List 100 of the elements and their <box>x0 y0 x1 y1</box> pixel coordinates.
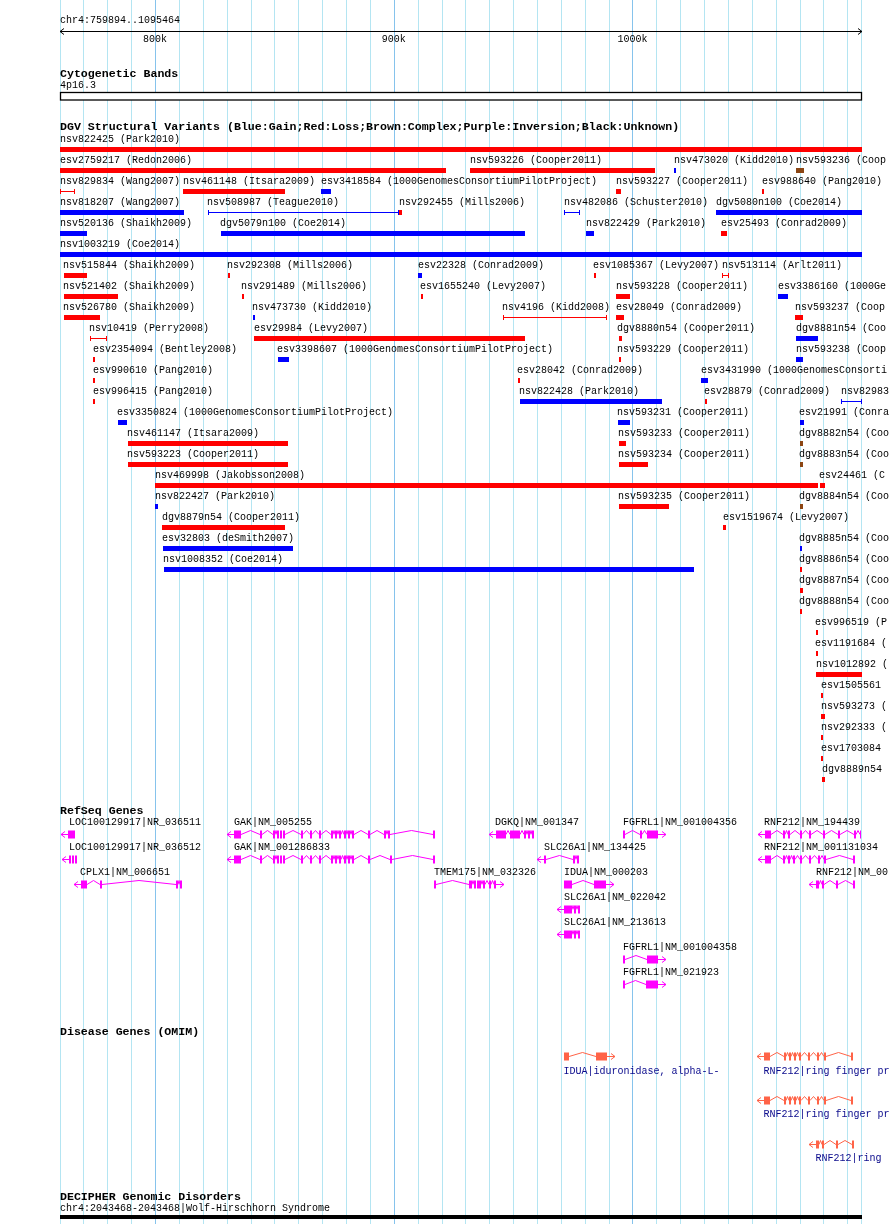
variant-label: nsv520136 (Shaikh2009) <box>60 218 193 230</box>
variant-label: dgv5079n100 (Coe2014) <box>220 218 347 230</box>
variant-label: dgv8882n54 (Coo <box>799 428 889 440</box>
variant-label: dgv8880n54 (Cooper2011) <box>617 323 756 335</box>
variant-label: esv28049 (Conrad2009) <box>616 302 743 314</box>
variant-label: esv2759217 (Redon2006) <box>60 155 193 167</box>
gene-label: LOC100129917|NR_036511 <box>69 817 202 829</box>
variant-label: esv3431990 (1000GenomesConsorti <box>701 365 888 377</box>
gene-label: FGFRL1|NM_021923 <box>623 967 719 979</box>
variant-label: nsv822425 (Park2010) <box>60 134 181 146</box>
variant-label: nsv593226 (Cooper2011) <box>470 155 603 167</box>
variant-label: esv996519 (P <box>815 617 887 629</box>
track-title: DECIPHER Genomic Disorders <box>60 1190 241 1203</box>
variant-label: esv988640 (Pang2010) <box>762 176 883 188</box>
variant-label: esv25493 (Conrad2009) <box>721 218 848 230</box>
variant-label: nsv593227 (Cooper2011) <box>616 176 749 188</box>
gene-label: TMEM175|NM_032326 <box>434 867 537 879</box>
variant-label: esv1519674 (Levy2007) <box>723 512 850 524</box>
gene-label: RNF212|NM_194439 <box>764 817 860 829</box>
variant-label: esv1085367 (Levy2007) <box>593 260 720 272</box>
variant-label: nsv822429 (Park2010) <box>586 218 707 230</box>
variant-label: nsv1003219 (Coe2014) <box>60 239 181 251</box>
variant-label: nsv292333 ( <box>821 722 887 734</box>
variant-label: nsv473730 (Kidd2010) <box>252 302 373 314</box>
gene-label: RNF212|NM_00 <box>816 867 888 879</box>
variant-label: dgv8887n54 (Coo <box>799 575 889 587</box>
gene-label: FGFRL1|NM_001004358 <box>623 942 738 954</box>
variant-label: nsv292308 (Mills2006) <box>227 260 354 272</box>
variant-label: nsv593228 (Cooper2011) <box>616 281 749 293</box>
variant-label: esv29984 (Levy2007) <box>254 323 369 335</box>
gene-label: SLC26A1|NM_134425 <box>544 842 647 854</box>
variant-label: esv3418584 (1000GenomesConsortiumPilotProject) <box>321 176 598 188</box>
disease-gene-label: RNF212|ring finger pr <box>763 1066 890 1078</box>
track-title: RefSeq Genes <box>60 804 144 817</box>
variant-label: esv3350824 (1000GenomesConsortiumPilotProject) <box>117 407 394 419</box>
variant-label: esv990610 (Pang2010) <box>93 365 214 377</box>
variant-label: esv1655240 (Levy2007) <box>420 281 547 293</box>
variant-label: nsv593238 (Coop <box>796 344 886 356</box>
disorder-label: chr4:2043468-2043468|Wolf-Hirschhorn Syndrome <box>60 1203 331 1215</box>
variant-label: dgv8879n54 (Cooper2011) <box>162 512 301 524</box>
variant-label: esv28879 (Conrad2009) <box>704 386 831 398</box>
variant-label: nsv482086 (Schuster2010) <box>564 197 709 209</box>
location-label: chr4:759894..1095464 <box>60 15 181 27</box>
variant-label: nsv10419 (Perry2008) <box>89 323 210 335</box>
tick-label: 800k <box>143 34 168 46</box>
variant-label: nsv593223 (Cooper2011) <box>127 449 260 461</box>
variant-label: esv1703084 <box>821 743 881 755</box>
track-title: DGV Structural Variants (Blue:Gain;Red:Loss;Brown:Complex;Purple:Inversion;Black:Unknown) <box>60 120 680 134</box>
track-title: Cytogenetic Bands <box>60 67 179 81</box>
variant-label: esv3398607 (1000GenomesConsortiumPilotProject) <box>277 344 554 356</box>
variant-label: nsv1008352 (Coe2014) <box>163 554 284 566</box>
variant-label: nsv818207 (Wang2007) <box>60 197 181 209</box>
variant-label: nsv292455 (Mills2006) <box>399 197 526 209</box>
variant-label: nsv521402 (Shaikh2009) <box>63 281 196 293</box>
variant-label: nsv829834 (Wang2007) <box>60 176 181 188</box>
gene-label: SLC26A1|NM_213613 <box>564 917 667 929</box>
gene-label: CPLX1|NM_006651 <box>80 867 170 879</box>
gene-label: GAK|NM_005255 <box>234 817 312 829</box>
variant-label: nsv593233 (Cooper2011) <box>618 428 751 440</box>
disease-gene-label: RNF212|ring <box>815 1153 882 1165</box>
variant-label: nsv508987 (Teague2010) <box>207 197 340 209</box>
tick-label: 1000k <box>617 34 648 46</box>
gene-label: IDUA|NM_000203 <box>564 867 648 879</box>
variant-label: nsv82983 <box>841 386 889 398</box>
variant-label: nsv593236 (Coop <box>796 155 886 167</box>
variant-label: nsv461148 (Itsara2009) <box>183 176 316 188</box>
disease-gene-label: IDUA|iduronidase, alpha-L- <box>563 1066 720 1078</box>
variant-label: esv24461 (C <box>819 470 885 482</box>
variant-label: dgv8889n54 <box>822 764 882 776</box>
variant-label: nsv593234 (Cooper2011) <box>618 449 751 461</box>
variant-label: esv22328 (Conrad2009) <box>418 260 545 272</box>
variant-label: esv1505561 <box>821 680 881 692</box>
variant-label: nsv593235 (Cooper2011) <box>618 491 751 503</box>
variant-label: nsv593231 (Cooper2011) <box>617 407 750 419</box>
variant-label: nsv1012892 ( <box>816 659 888 671</box>
gene-label: DGKQ|NM_001347 <box>495 817 579 829</box>
variant-label: dgv8883n54 (Coo <box>799 449 889 461</box>
gene-label: LOC100129917|NR_036512 <box>69 842 202 854</box>
track-title: Disease Genes (OMIM) <box>60 1025 200 1039</box>
band-label: 4p16.3 <box>60 80 96 92</box>
variant-label: esv3386160 (1000Ge <box>778 281 887 293</box>
variant-label: esv1191684 ( <box>815 638 887 650</box>
variant-label: nsv4196 (Kidd2008) <box>502 302 611 314</box>
variant-label: esv32803 (deSmith2007) <box>162 533 295 545</box>
variant-label: nsv593229 (Cooper2011) <box>617 344 750 356</box>
variant-label: nsv515844 (Shaikh2009) <box>63 260 196 272</box>
variant-label: esv996415 (Pang2010) <box>93 386 214 398</box>
variant-label: esv2354094 (Bentley2008) <box>93 344 238 356</box>
variant-label: nsv291489 (Mills2006) <box>241 281 368 293</box>
variant-label: esv28042 (Conrad2009) <box>517 365 644 377</box>
variant-label: nsv513114 (Arlt2011) <box>722 260 843 272</box>
gene-label: RNF212|NM_001131034 <box>764 842 879 854</box>
variant-label: dgv8881n54 (Coo <box>796 323 886 335</box>
variant-label: nsv593237 (Coop <box>795 302 885 314</box>
variant-label: nsv822428 (Park2010) <box>519 386 640 398</box>
variant-label: nsv469998 (Jakobsson2008) <box>155 470 306 482</box>
variant-label: esv21991 (Conra <box>799 407 889 419</box>
variant-label: nsv593273 ( <box>821 701 887 713</box>
variant-label: nsv461147 (Itsara2009) <box>127 428 260 440</box>
tick-label: 900k <box>381 34 406 46</box>
